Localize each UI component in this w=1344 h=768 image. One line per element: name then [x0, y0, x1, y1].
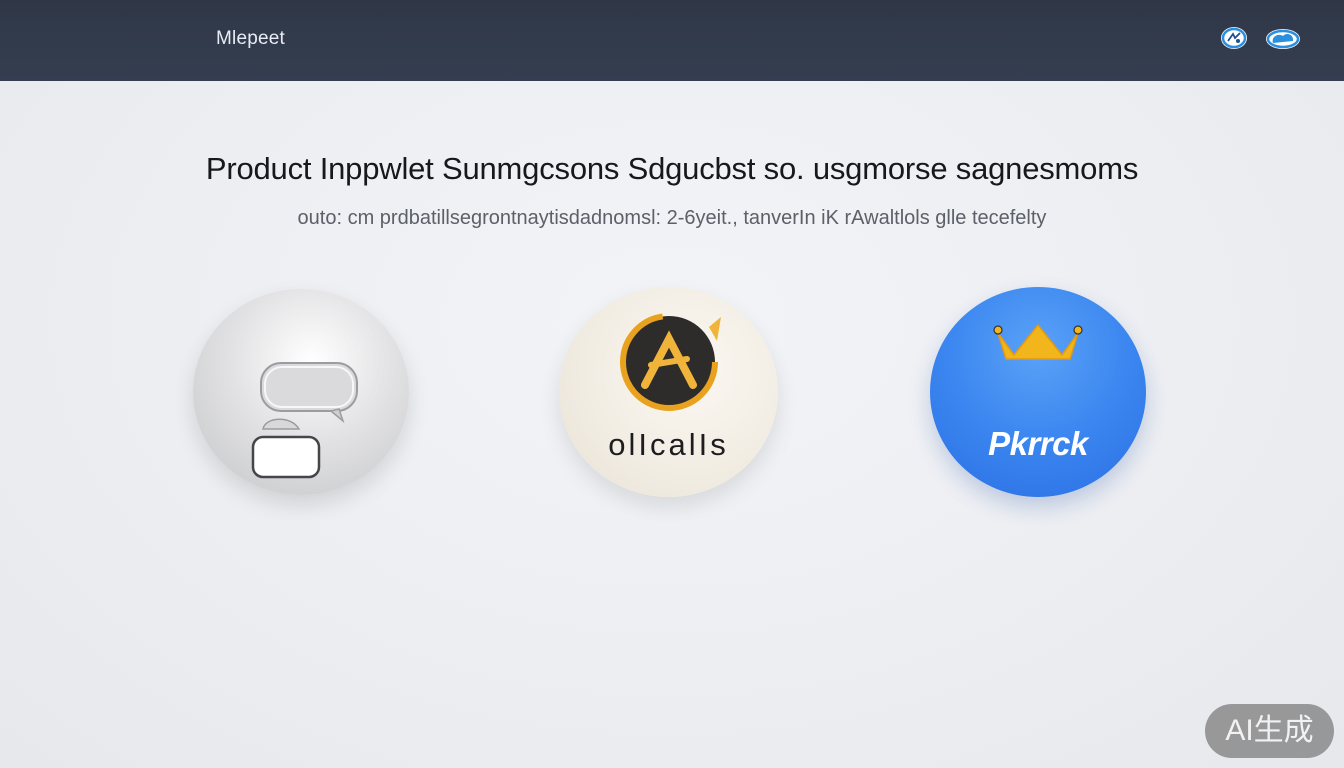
cloud-icon[interactable]	[1265, 26, 1301, 50]
chat-bubble-icon	[251, 362, 358, 479]
premium-tile-label: Pkrrck	[988, 425, 1088, 462]
crown-icon	[993, 324, 1083, 360]
brand-name[interactable]: Mlepeet	[216, 28, 285, 50]
chat-tile[interactable]	[193, 289, 409, 495]
tools-tile[interactable]: olIcalIs	[559, 287, 778, 497]
tools-tile-label: olIcalIs	[608, 427, 729, 462]
top-bar: Mlepeet	[0, 0, 1344, 81]
tools-badge-icon	[620, 313, 721, 411]
premium-tile[interactable]: Pkrrck	[930, 287, 1146, 497]
main-content: Product Inppwlet Sunmgcsons Sdgucbst so.…	[0, 81, 1344, 768]
page-subtitle: outo: cm prdbatillsegrontnaytisdadnomsl:…	[297, 207, 1047, 229]
page-title: Product Inppwlet Sunmgcsons Sdgucbst so.…	[205, 151, 1139, 186]
badge-icon[interactable]	[1220, 26, 1248, 50]
ai-generated-watermark: AI生成	[1205, 704, 1334, 758]
